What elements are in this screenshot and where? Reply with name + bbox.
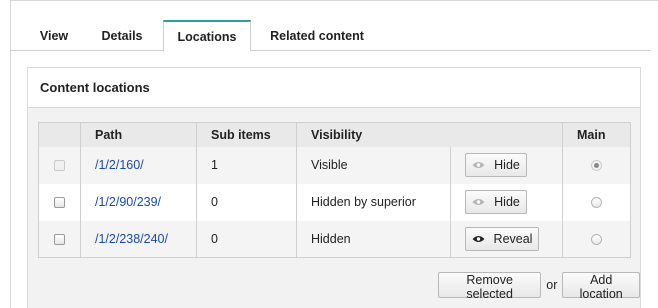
visibility-action-cell: Hide <box>450 146 563 184</box>
location-path-link[interactable]: /1/2/90/239/ <box>95 195 161 209</box>
row-checkbox[interactable] <box>54 197 65 209</box>
visibility-cell: Hidden <box>296 220 451 258</box>
main-location-radio <box>591 160 602 172</box>
row-select-cell <box>39 184 81 221</box>
panel-title: Content locations <box>40 80 150 95</box>
main-location-radio[interactable] <box>591 233 602 245</box>
table-row: /1/2/160/ 1 Visible Hide <box>38 146 631 184</box>
main-cell <box>562 146 631 184</box>
path-cell: /1/2/238/240/ <box>80 220 197 258</box>
tab-bar: View Details Locations Related content <box>11 15 651 52</box>
column-header-select <box>38 122 81 147</box>
visibility-cell: Hidden by superior <box>296 183 451 221</box>
main-location-radio[interactable] <box>591 197 602 209</box>
reveal-button[interactable]: Reveal <box>465 226 539 251</box>
eye-icon <box>472 235 485 243</box>
sub-items-cell: 0 <box>196 220 297 258</box>
tab-details[interactable]: Details <box>97 21 147 51</box>
column-header-visibility: Visibility <box>296 122 563 147</box>
content-view-frame: View Details Locations Related content C… <box>10 0 658 308</box>
table-header-row: Path Sub items Visibility Main <box>38 122 631 147</box>
eye-icon <box>472 161 485 169</box>
panel-header: Content locations <box>28 68 640 108</box>
hide-button[interactable]: Hide <box>465 153 527 177</box>
tab-related-content[interactable]: Related content <box>267 21 367 51</box>
visibility-action-cell: Hide <box>450 183 563 221</box>
row-checkbox[interactable] <box>54 233 65 245</box>
table-row: /1/2/238/240/ 0 Hidden Reveal <box>38 220 631 258</box>
column-header-path: Path <box>80 122 197 147</box>
row-select-cell <box>39 147 81 184</box>
location-actions: Remove selected or Add location <box>438 271 640 301</box>
reveal-button-label: Reveal <box>493 231 533 246</box>
hide-button[interactable]: Hide <box>465 190 527 214</box>
sub-items-cell: 1 <box>196 146 297 184</box>
path-cell: /1/2/160/ <box>80 146 197 184</box>
row-checkbox <box>54 160 65 172</box>
column-header-main: Main <box>562 122 631 147</box>
visibility-action-cell: Reveal <box>450 220 563 258</box>
main-cell <box>562 220 631 258</box>
sub-items-cell: 0 <box>196 183 297 221</box>
tab-locations[interactable]: Locations <box>163 20 251 52</box>
location-path-link[interactable]: /1/2/238/240/ <box>95 232 168 246</box>
remove-selected-button[interactable]: Remove selected <box>438 272 542 301</box>
content-locations-panel: Content locations Path Sub items Visibil… <box>27 67 641 308</box>
location-path-link[interactable]: /1/2/160/ <box>95 158 144 172</box>
path-cell: /1/2/90/239/ <box>80 183 197 221</box>
hide-button-label: Hide <box>494 158 520 172</box>
main-cell <box>562 183 631 221</box>
table-row: /1/2/90/239/ 0 Hidden by superior Hide <box>38 183 631 221</box>
add-location-button[interactable]: Add location <box>562 272 640 301</box>
row-select-cell <box>39 221 81 258</box>
eye-icon <box>472 198 485 206</box>
tab-view[interactable]: View <box>39 21 69 51</box>
or-separator: or <box>546 278 558 292</box>
hide-button-label: Hide <box>494 195 520 209</box>
column-header-sub-items: Sub items <box>196 122 297 147</box>
visibility-cell: Visible <box>296 146 451 184</box>
locations-table: Path Sub items Visibility Main /1/2/160/… <box>38 122 631 258</box>
